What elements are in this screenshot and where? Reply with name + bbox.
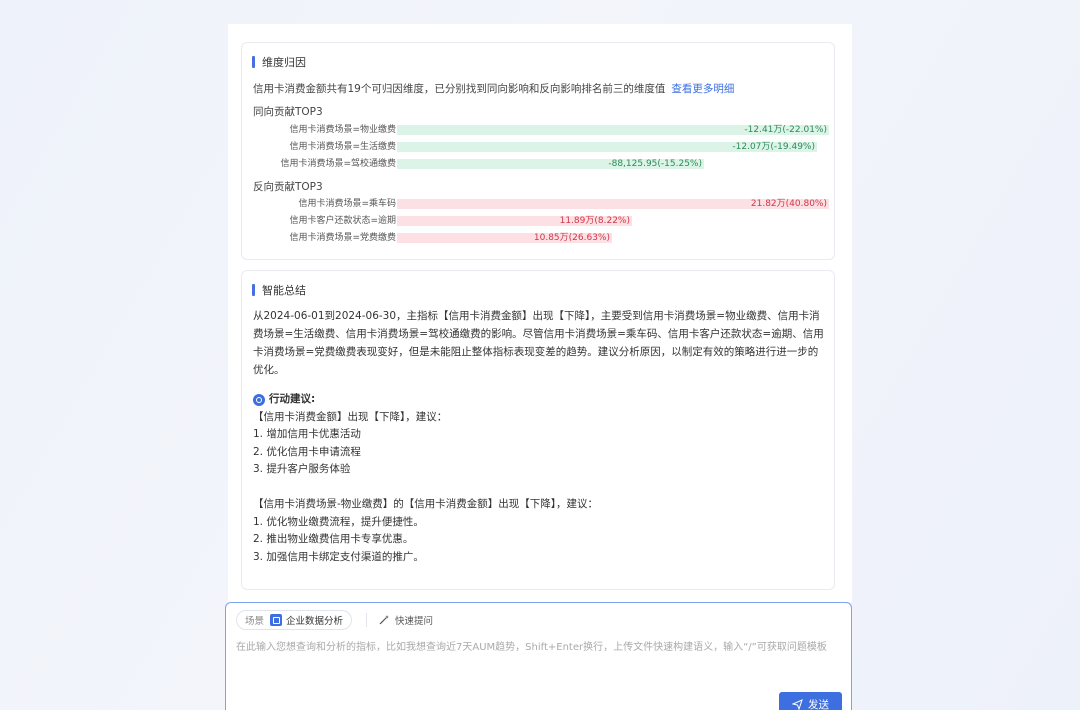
enterprise-analysis-icon <box>270 614 283 626</box>
contribution-value: 10.85万(26.63%) <box>533 233 610 243</box>
attribution-title: 维度归因 <box>262 56 306 69</box>
attribution-description-text: 信用卡消费金额共有19个可归因维度，已分别找到同向影响和反向影响排名前三的维度值 <box>253 83 666 95</box>
chat-input-box[interactable]: 场景 企业数据分析 快速提问 在此输入您想查询和分析的指标，比如我想查询近7天A… <box>225 602 852 710</box>
negative-contribution-row: 信用卡客户还款状态=逾期 11.89万(8.22%) <box>242 215 836 227</box>
action-suggestions: 行动建议: 【信用卡消费金额】出现【下降】，建议： 1. 增加信用卡优惠活动 2… <box>253 391 827 566</box>
positive-contribution-row: 信用卡消费场景=生活缴费 -12.07万(-19.49%) <box>242 141 836 153</box>
summary-card: 智能总结 从2024-06-01到2024-06-30，主指标【信用卡消费金额】… <box>241 270 835 590</box>
summary-title: 智能总结 <box>262 284 306 297</box>
attribution-card-title: 维度归因 <box>252 55 306 69</box>
scene-selector[interactable]: 场景 企业数据分析 <box>236 610 353 630</box>
negative-top3-title: 反向贡献TOP3 <box>253 181 323 193</box>
dimension-label: 信用卡消费场景=乘车码 <box>298 199 396 209</box>
bar-track: -88,125.95(-15.25%) <box>397 159 829 169</box>
contribution-value: 11.89万(8.22%) <box>559 216 630 226</box>
quick-question-button[interactable]: 快速提问 <box>378 613 433 627</box>
negative-contribution-row: 信用卡消费场景=乘车码 21.82万(40.80%) <box>242 198 836 210</box>
dimension-label: 信用卡消费场景=物业缴费 <box>289 125 396 135</box>
bar-track: -12.41万(-22.01%) <box>397 125 829 135</box>
toolbar-divider <box>366 613 367 627</box>
attribution-description: 信用卡消费金额共有19个可归因维度，已分别找到同向影响和反向影响排名前三的维度值… <box>253 81 734 96</box>
target-icon <box>253 393 265 406</box>
send-button[interactable]: 发送 <box>779 692 842 710</box>
send-label: 发送 <box>808 698 829 710</box>
quick-question-label: 快速提问 <box>395 616 434 627</box>
dimension-label: 信用卡消费场景=驾校通缴费 <box>280 159 396 169</box>
summary-card-title: 智能总结 <box>252 283 306 297</box>
block1-item-2: 2. 优化信用卡申请流程 <box>253 445 361 458</box>
contribution-value: -12.41万(-22.01%) <box>744 125 827 135</box>
contribution-value: 21.82万(40.80%) <box>750 199 827 209</box>
block2-item-3: 3. 加强信用卡绑定支付渠道的推广。 <box>253 550 424 563</box>
bar-track: 11.89万(8.22%) <box>397 216 829 226</box>
chat-panel: 维度归因 信用卡消费金额共有19个可归因维度，已分别找到同向影响和反向影响排名前… <box>228 24 852 602</box>
block2-intro: 【信用卡消费场景-物业缴费】的【信用卡消费金额】出现【下降】，建议： <box>253 498 599 510</box>
attribution-card: 维度归因 信用卡消费金额共有19个可归因维度，已分别找到同向影响和反向影响排名前… <box>241 42 835 260</box>
title-accent-bar <box>252 56 255 68</box>
more-details-link[interactable]: 查看更多明细 <box>671 83 734 95</box>
bar-track: 21.82万(40.80%) <box>397 199 829 209</box>
block1-item-3: 3. 提升客户服务体验 <box>253 463 351 475</box>
block2-item-1: 1. 优化物业缴费流程，提升便捷性。 <box>253 515 424 528</box>
negative-contribution-row: 信用卡消费场景=党费缴费 10.85万(26.63%) <box>242 232 836 244</box>
scene-value: 企业数据分析 <box>286 616 344 627</box>
query-input[interactable]: 在此输入您想查询和分析的指标，比如我想查询近7天AUM趋势，Shift+Ente… <box>236 639 846 656</box>
magic-wand-icon <box>379 615 389 625</box>
dimension-label: 信用卡客户还款状态=逾期 <box>289 216 396 226</box>
dimension-label: 信用卡消费场景=生活缴费 <box>289 142 396 152</box>
positive-contribution-row: 信用卡消费场景=驾校通缴费 -88,125.95(-15.25%) <box>242 158 836 170</box>
dimension-label: 信用卡消费场景=党费缴费 <box>289 233 396 243</box>
block1-intro: 【信用卡消费金额】出现【下降】，建议： <box>253 410 448 423</box>
summary-text: 从2024-06-01到2024-06-30，主指标【信用卡消费金额】出现【下降… <box>253 310 824 376</box>
block2-item-2: 2. 推出物业缴费信用卡专享优惠。 <box>253 533 414 545</box>
contribution-value: -12.07万(-19.49%) <box>732 142 815 152</box>
action-title-row: 行动建议: <box>253 391 827 409</box>
action-title: 行动建议: <box>269 393 316 405</box>
positive-contribution-row: 信用卡消费场景=物业缴费 -12.41万(-22.01%) <box>242 124 836 136</box>
positive-top3-title: 同向贡献TOP3 <box>253 106 323 118</box>
bar-track: 10.85万(26.63%) <box>397 233 829 243</box>
block1-item-1: 1. 增加信用卡优惠活动 <box>253 428 361 440</box>
scene-label: 场景 <box>245 616 265 627</box>
title-accent-bar <box>252 284 255 296</box>
send-icon <box>792 698 803 710</box>
bar-track: -12.07万(-19.49%) <box>397 142 829 152</box>
contribution-value: -88,125.95(-15.25%) <box>608 159 702 169</box>
